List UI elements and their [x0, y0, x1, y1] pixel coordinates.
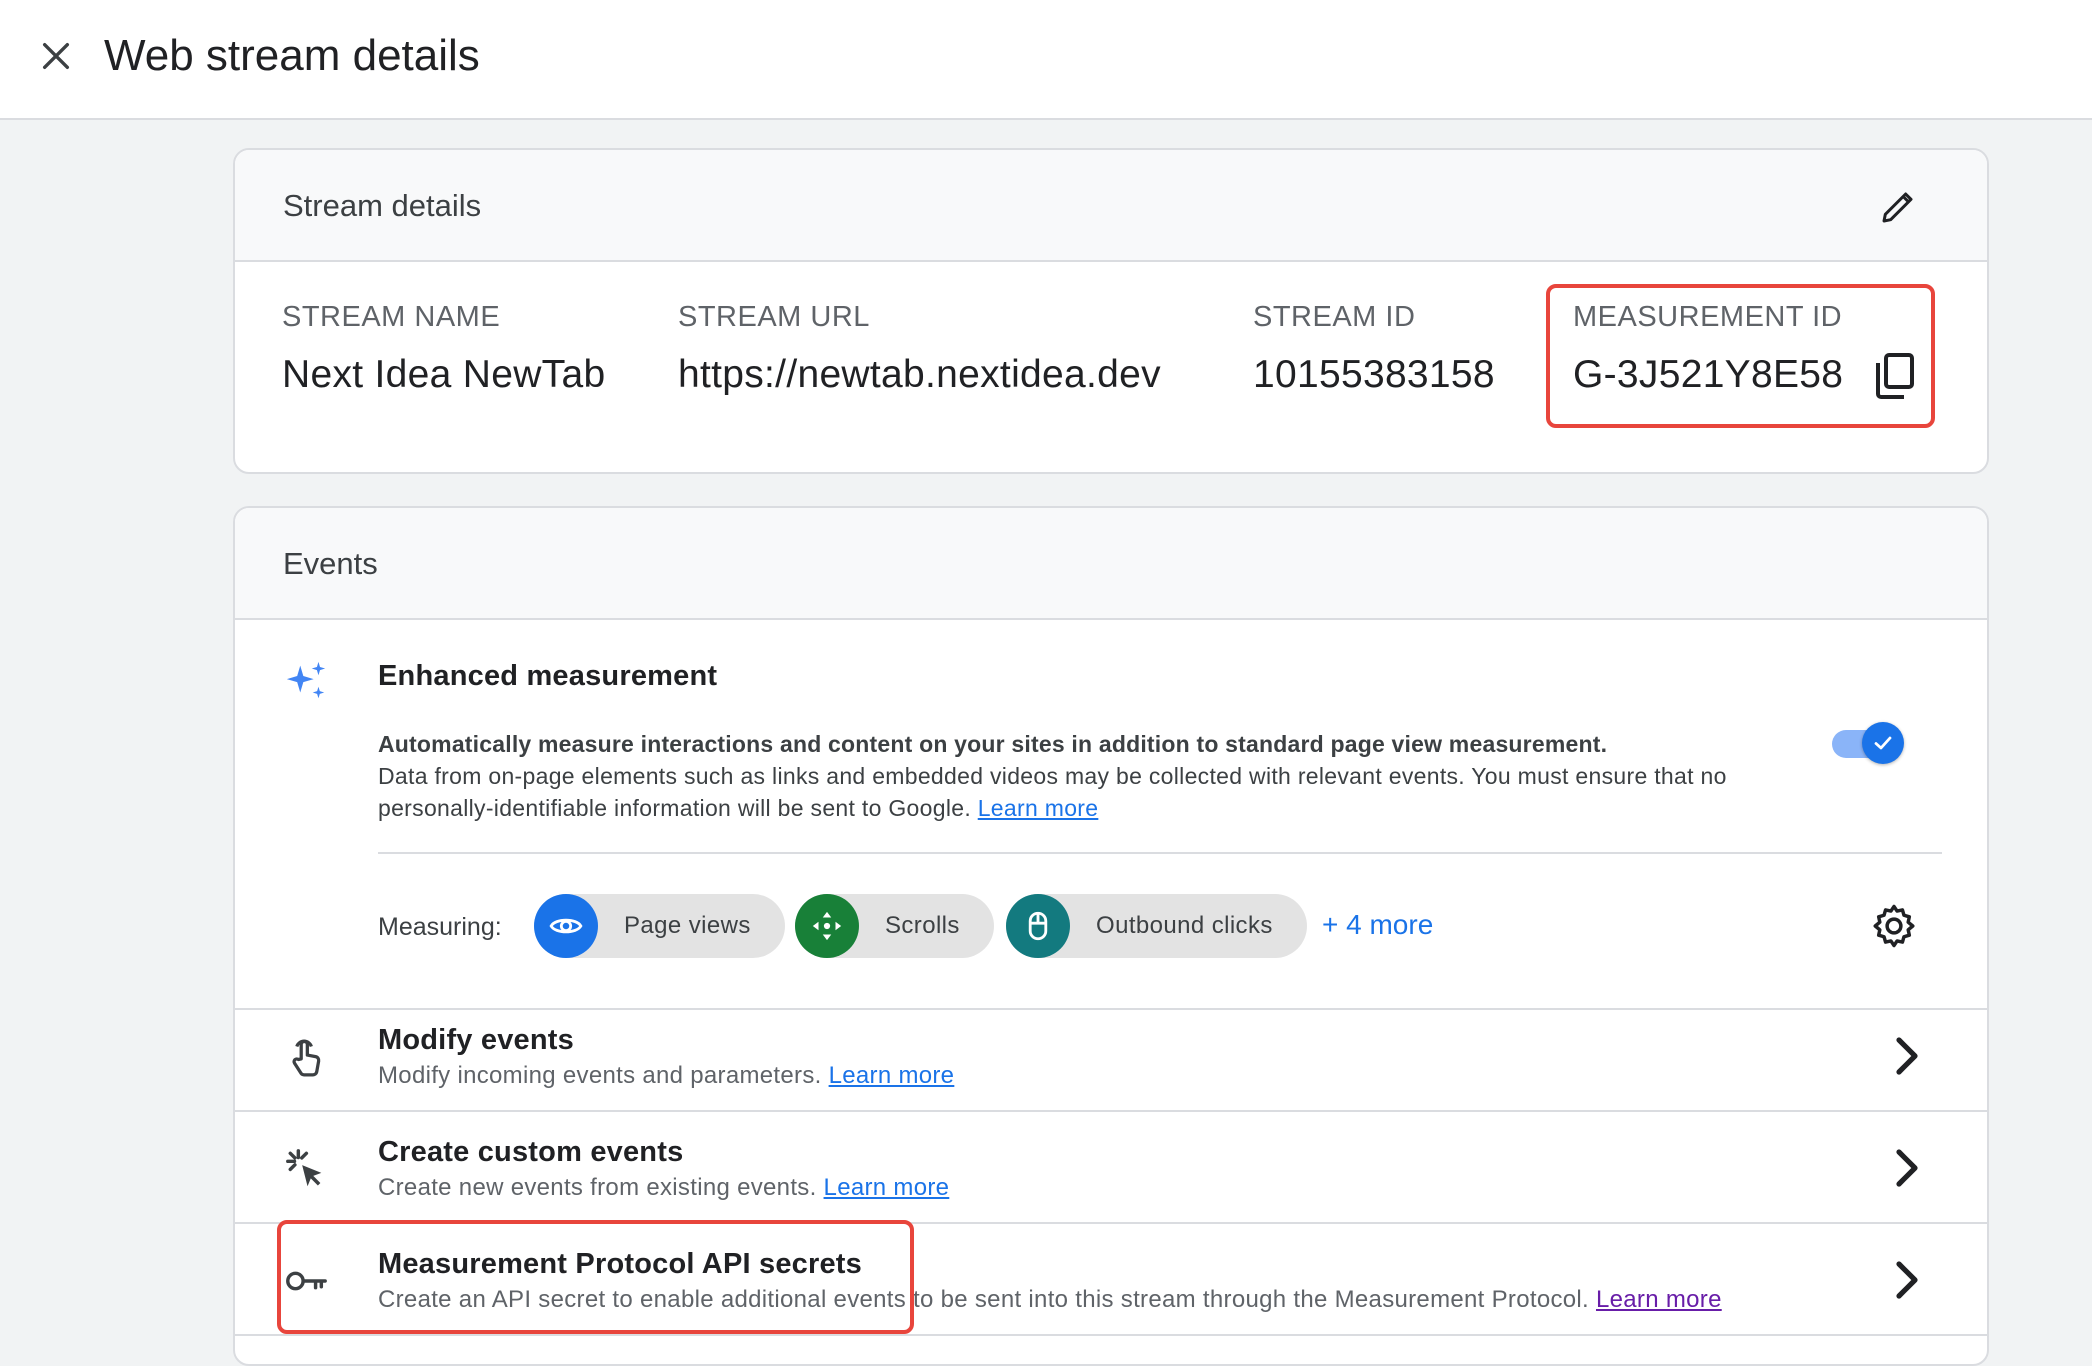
stream-name-value: Next Idea NewTab: [282, 353, 606, 396]
modify-events-learn-more[interactable]: Learn more: [829, 1062, 955, 1089]
api-secrets-learn-more[interactable]: Learn more: [1596, 1286, 1722, 1313]
events-header: Events: [235, 508, 1987, 620]
page-title: Web stream details: [104, 31, 480, 80]
modify-events-title: Modify events: [378, 1024, 574, 1056]
stream-id-field: STREAM ID 10155383158: [1253, 298, 1495, 400]
chip-scrolls-label: Scrolls: [885, 912, 960, 939]
stream-id-value: 10155383158: [1253, 353, 1495, 396]
enhanced-desc-line3-text: personally-identifiable information will…: [378, 795, 972, 821]
enhanced-measurement-toggle[interactable]: [1828, 722, 1904, 766]
close-button[interactable]: [32, 32, 80, 80]
stream-name-field: STREAM NAME Next Idea NewTab: [282, 298, 605, 400]
scroll-arrows-icon: [812, 911, 842, 941]
eye-icon: [549, 918, 583, 934]
chip-outbound-clicks-icon-bg: [1006, 894, 1070, 958]
enhanced-measurement-title: Enhanced measurement: [378, 660, 718, 692]
create-custom-events-desc: Create new events from existing events. …: [378, 1172, 949, 1204]
stream-id-label: STREAM ID: [1253, 301, 1416, 333]
enhanced-desc-bold: Automatically measure interactions and c…: [378, 731, 1608, 757]
more-chips-link[interactable]: + 4 more: [1322, 907, 1433, 943]
click-cursor-icon: [286, 1149, 322, 1187]
enhanced-desc-line3: personally-identifiable information will…: [378, 792, 1098, 824]
stream-url-value: https://newtab.nextidea.dev: [678, 353, 1161, 396]
chip-scrolls-icon-bg: [795, 894, 859, 958]
checkmark-icon: [1874, 736, 1892, 750]
chip-scrolls[interactable]: Scrolls: [795, 894, 994, 958]
enhanced-desc-line2: Data from on-page elements such as links…: [378, 763, 1727, 789]
touch-hand-icon: [292, 1039, 321, 1077]
enhanced-divider: [378, 852, 1942, 854]
create-custom-events-desc-text: Create new events from existing events.: [378, 1174, 817, 1201]
enhanced-measurement-section: Enhanced measurement Automatically measu…: [235, 620, 1987, 1010]
stream-url-label: STREAM URL: [678, 301, 870, 333]
enhanced-learn-more-link[interactable]: Learn more: [978, 795, 1099, 821]
measurement-id-highlight: [1546, 284, 1935, 428]
sparkle-icon: [286, 661, 326, 699]
create-custom-events-row[interactable]: Create custom events Create new events f…: [235, 1112, 1987, 1224]
mouse-icon: [1028, 911, 1048, 941]
stream-details-title: Stream details: [283, 188, 482, 223]
events-title: Events: [283, 546, 378, 581]
api-secrets-highlight: [277, 1220, 914, 1334]
chevron-right-icon: [1896, 1261, 1918, 1299]
chevron-right-icon: [1896, 1037, 1918, 1075]
chevron-right-icon: [1896, 1149, 1918, 1187]
measuring-label: Measuring:: [378, 913, 502, 941]
stream-details-header: Stream details: [235, 150, 1987, 262]
pencil-icon: [1882, 192, 1913, 223]
modify-events-desc: Modify incoming events and parameters. L…: [378, 1060, 954, 1092]
modify-events-desc-text: Modify incoming events and parameters.: [378, 1062, 822, 1089]
edit-button[interactable]: [1877, 184, 1921, 228]
chip-outbound-clicks-label: Outbound clicks: [1096, 912, 1273, 939]
create-custom-events-learn-more[interactable]: Learn more: [824, 1174, 950, 1201]
chip-page-views-label: Page views: [624, 912, 751, 939]
toggle-thumb: [1862, 722, 1904, 764]
top-bar: Web stream details: [0, 0, 2092, 120]
modify-events-row[interactable]: Modify events Modify incoming events and…: [235, 1000, 1987, 1112]
stream-name-label: STREAM NAME: [282, 301, 501, 333]
stream-url-field: STREAM URL https://newtab.nextidea.dev: [678, 298, 1161, 400]
chip-page-views[interactable]: Page views: [534, 894, 785, 958]
chip-outbound-clicks[interactable]: Outbound clicks: [1006, 894, 1307, 958]
settings-gear-icon[interactable]: [1871, 903, 1917, 949]
close-icon: [42, 42, 70, 70]
chip-page-views-icon-bg: [534, 894, 598, 958]
create-custom-events-title: Create custom events: [378, 1136, 684, 1168]
